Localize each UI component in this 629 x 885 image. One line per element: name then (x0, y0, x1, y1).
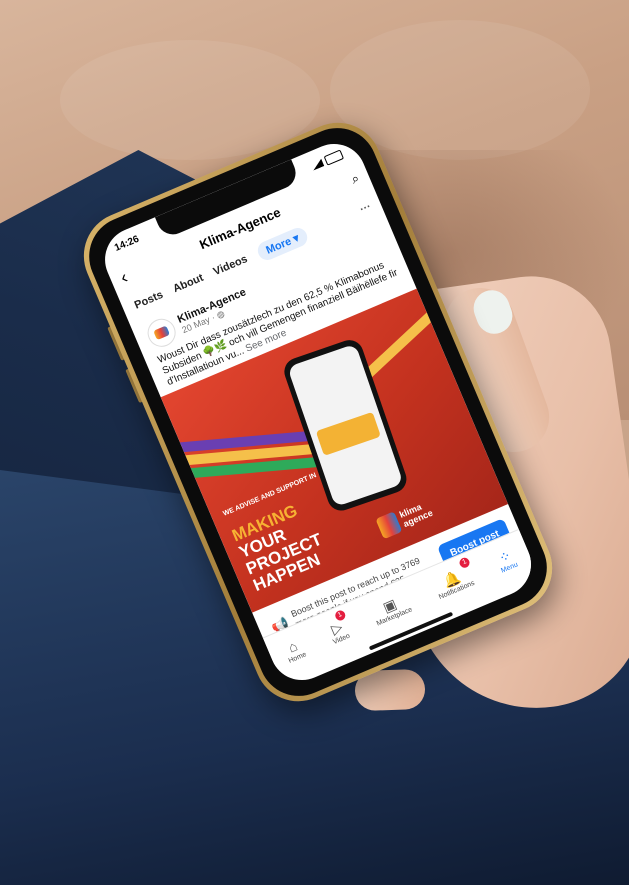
poster-phone (280, 336, 411, 515)
tab-videos[interactable]: Videos (212, 253, 250, 278)
home-icon: ⌂ (285, 637, 300, 656)
poster-headline: MAKING YOUR PROJECT HAPPEN (229, 497, 332, 595)
tab-about[interactable]: About (171, 272, 205, 295)
status-time: 14:26 (112, 233, 141, 254)
battery-icon (323, 149, 345, 166)
klima-agence-logo (153, 325, 171, 341)
video-icon: ▷ (328, 617, 345, 637)
nav-video[interactable]: ▷ 1 Video (321, 607, 355, 656)
search-icon[interactable]: ⌕ (335, 170, 362, 193)
signal-icon (310, 159, 324, 171)
status-icons (309, 148, 345, 174)
poster-logo-text: klima agence (398, 499, 434, 529)
poster-logo: klima agence (374, 488, 450, 543)
avatar[interactable] (143, 314, 180, 352)
klima-agence-logo-mark (375, 511, 403, 540)
ellipsis-icon[interactable]: ··· (358, 201, 373, 216)
tab-posts[interactable]: Posts (133, 289, 165, 312)
nav-home[interactable]: ⌂ Home (277, 625, 312, 675)
nav-menu[interactable]: ⁘ Menu (489, 536, 523, 585)
notification-badge: 1 (458, 556, 472, 570)
poster-phone-card (315, 411, 381, 456)
